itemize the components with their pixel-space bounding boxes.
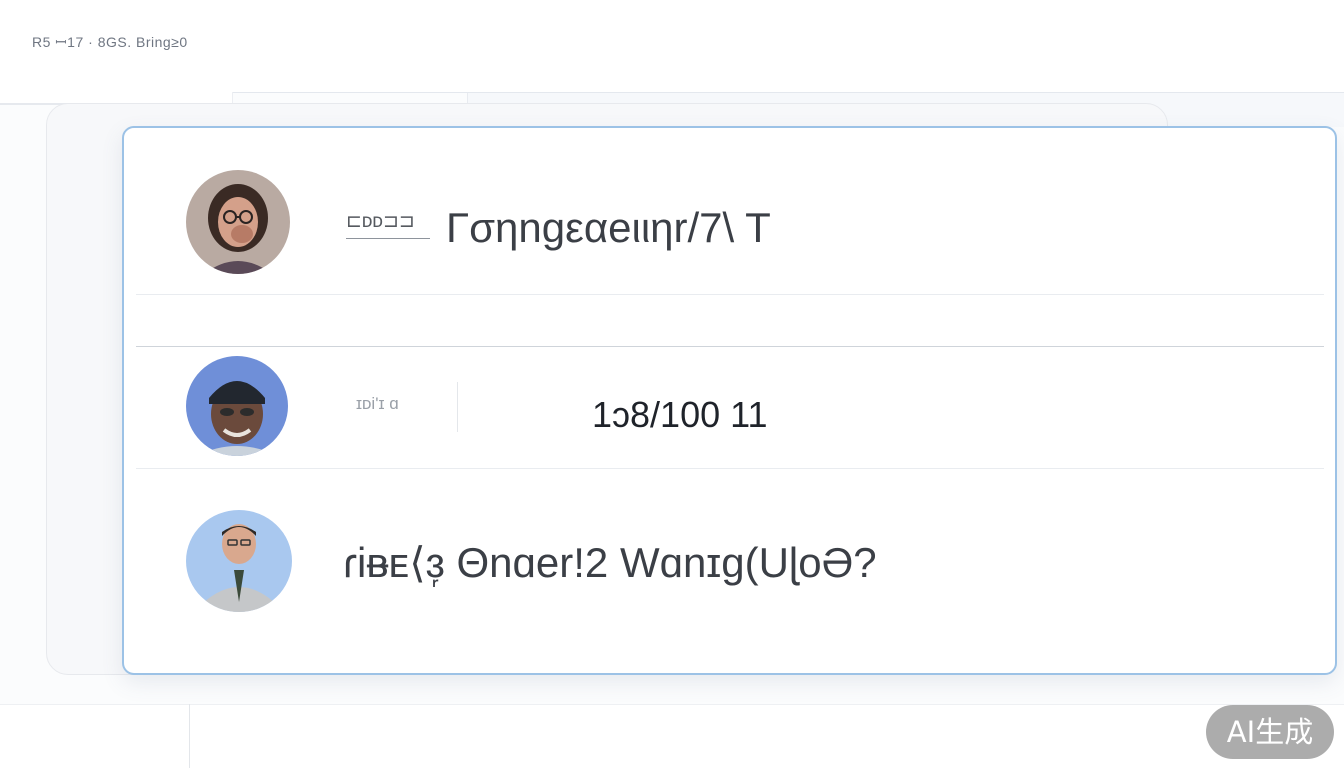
list-item[interactable]: ⊏ᴅᴅ⊐⊐ Γσηngεαeιιηr/7\ T — [136, 128, 1324, 294]
bottom-divider — [189, 704, 190, 768]
contact-tag: ɪᴅi'ɪ ɑ — [356, 394, 399, 413]
avatar-man-suit-icon — [186, 510, 292, 612]
contact-value: 1ɔ8/100 11 — [592, 394, 768, 435]
bottom-bar — [0, 704, 1344, 768]
column-separator — [457, 382, 458, 432]
tag-underline — [346, 238, 430, 239]
avatar-woman-glasses-icon — [186, 170, 290, 274]
contact-name: ɾiᴃᴇ⟨ɜ᷊ Θnɑer!2 Wɑnɪɡ(UɭoƏ? — [343, 539, 877, 586]
list-item[interactable]: ɾiᴃᴇ⟨ɜ᷊ Θnɑer!2 Wɑnɪɡ(UɭoƏ? — [136, 469, 1324, 669]
app-page: R5 ꟷ17 · 8GS. Bring≥0 ⊏ᴅᴅ⊐⊐ Γσηngεαeιιηr… — [0, 0, 1344, 768]
top-header: R5 ꟷ17 · 8GS. Bring≥0 — [0, 0, 1344, 93]
avatar-man-cap-icon — [186, 356, 288, 456]
breadcrumb[interactable]: R5 ꟷ17 · 8GS. Bring≥0 — [32, 33, 188, 52]
list-item-empty — [136, 295, 1324, 346]
contact-tag: ⊏ᴅᴅ⊐⊐ — [346, 211, 415, 232]
contact-name: Γσηngεαeιιηr/7\ T — [446, 204, 771, 251]
list-item[interactable]: ɪᴅi'ɪ ɑ 1ɔ8/100 11 — [136, 347, 1324, 468]
contact-list-card: ⊏ᴅᴅ⊐⊐ Γσηngεαeιιηr/7\ T ɪᴅi'ɪ ɑ 1ɔ8/100 … — [122, 126, 1337, 675]
ai-generated-badge: AI生成 — [1206, 705, 1334, 759]
